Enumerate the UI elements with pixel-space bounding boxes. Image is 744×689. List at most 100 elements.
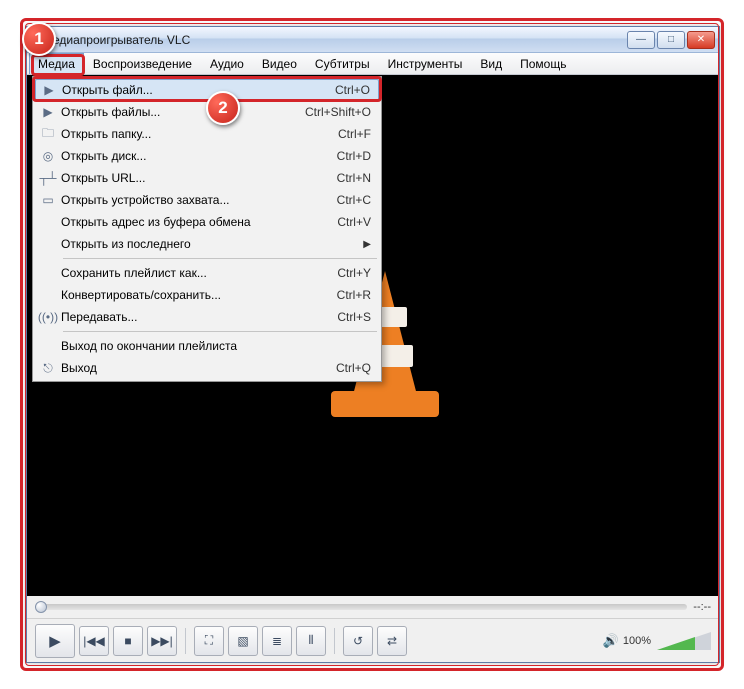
window-title: едиапроигрыватель VLC [53,33,627,47]
menu-item-shortcut: Ctrl+O [335,83,370,97]
folder-icon: 🗀 [35,124,61,145]
menu-item-label: Выход по окончании плейлиста [61,339,371,353]
maximize-button[interactable]: □ [657,31,685,49]
controls-bar: ▶ |◀◀ ■ ▶▶| ⛶ ▧ ≣ ⫴ ↺ ⇄ 🔊 100% [27,618,719,662]
menu-item-shortcut: Ctrl+D [337,149,371,163]
disc-icon: ◎ [35,149,61,163]
menu-item-label: Открыть папку... [61,127,338,141]
menu-item-label: Открыть диск... [61,149,337,163]
menu-subtitles[interactable]: Субтитры [306,53,379,74]
shuffle-icon: ⇄ [387,634,397,648]
seek-slider[interactable] [35,604,687,610]
shuffle-button[interactable]: ⇄ [377,626,407,656]
menu-media[interactable]: Медиа [29,53,84,74]
stream-icon: ((•)) [35,310,61,324]
menu-audio[interactable]: Аудио [201,53,253,74]
menu-item-label: Выход [61,361,336,375]
menu-item-shortcut: Ctrl+F [338,127,371,141]
volume-slider[interactable] [657,632,711,650]
extended-button[interactable]: ▧ [228,626,258,656]
network-icon: ┬┴ [35,171,61,185]
menu-playback[interactable]: Воспроизведение [84,53,201,74]
menu-item-label: Открыть устройство захвата... [61,193,337,207]
playlist-icon: ≣ [272,634,282,648]
minimize-icon: — [636,34,646,45]
menu-playback-label: Воспроизведение [93,57,192,71]
menu-item-7[interactable]: Открыть из последнего▶ [35,233,379,255]
menu-item-13[interactable]: Выход по окончании плейлиста [35,335,379,357]
badge-2-label: 2 [218,98,227,118]
menu-item-label: Открыть из последнего [61,237,361,251]
menu-item-9[interactable]: Сохранить плейлист как...Ctrl+Y [35,262,379,284]
menu-video[interactable]: Видео [253,53,306,74]
loop-icon: ↺ [353,634,363,648]
stop-button[interactable]: ■ [113,626,143,656]
menu-item-shortcut: Ctrl+Y [337,266,371,280]
play-button[interactable]: ▶ [35,624,75,658]
menu-item-5[interactable]: ▭Открыть устройство захвата...Ctrl+C [35,189,379,211]
badge-1-label: 1 [34,29,43,49]
menu-tools-label: Инструменты [388,57,463,71]
menu-item-label: Открыть файл... [62,83,335,97]
play-file-icon: ▶ [36,83,62,97]
playlist-button[interactable]: ≣ [262,626,292,656]
menu-item-11[interactable]: ((•))Передавать...Ctrl+S [35,306,379,328]
exit-icon: ⎋ [35,361,61,376]
menu-item-2[interactable]: 🗀Открыть папку...Ctrl+F [35,123,379,145]
menu-item-shortcut: Ctrl+R [337,288,371,302]
menu-item-shortcut: Ctrl+S [337,310,371,324]
fullscreen-icon: ⛶ [205,633,213,648]
next-icon: ▶▶| [151,634,173,648]
next-button[interactable]: ▶▶| [147,626,177,656]
equalizer-button[interactable]: ⫴ [296,626,326,656]
menu-item-6[interactable]: Открыть адрес из буфера обменаCtrl+V [35,211,379,233]
loop-button[interactable]: ↺ [343,626,373,656]
close-button[interactable]: ✕ [687,31,715,49]
menu-view[interactable]: Вид [471,53,511,74]
menu-item-label: Открыть URL... [61,171,337,185]
play-files-icon: ▶ [35,105,61,119]
menu-item-label: Открыть файлы... [61,105,305,119]
seek-knob[interactable] [35,601,47,613]
tutorial-badge-2: 2 [206,91,240,125]
eq-icon: ⫴ [308,633,313,648]
menu-separator [63,331,377,332]
maximize-icon: □ [668,34,674,45]
play-icon: ▶ [49,632,61,650]
extended-icon: ▧ [237,634,248,648]
menu-help[interactable]: Помощь [511,53,575,74]
minimize-button[interactable]: — [627,31,655,49]
menu-item-label: Сохранить плейлист как... [61,266,337,280]
menu-item-shortcut: Ctrl+Shift+O [305,105,371,119]
prev-button[interactable]: |◀◀ [79,626,109,656]
menu-item-4[interactable]: ┬┴Открыть URL...Ctrl+N [35,167,379,189]
submenu-arrow-icon: ▶ [361,239,371,250]
menu-item-shortcut: Ctrl+C [337,193,371,207]
menu-audio-label: Аудио [210,57,244,71]
menu-subtitles-label: Субтитры [315,57,370,71]
menubar: Медиа Воспроизведение Аудио Видео Субтит… [27,53,719,75]
prev-icon: |◀◀ [83,634,105,648]
menu-item-label: Передавать... [61,310,337,324]
speaker-icon[interactable]: 🔊 [603,633,619,649]
menu-item-shortcut: Ctrl+V [337,215,371,229]
menu-view-label: Вид [480,57,502,71]
menu-item-shortcut: Ctrl+N [337,171,371,185]
titlebar[interactable]: едиапроигрыватель VLC — □ ✕ [27,27,719,53]
capture-icon: ▭ [35,193,61,207]
menu-video-label: Видео [262,57,297,71]
menu-item-14[interactable]: ⎋ВыходCtrl+Q [35,357,379,379]
separator-icon [185,628,186,654]
menu-item-3[interactable]: ◎Открыть диск...Ctrl+D [35,145,379,167]
menu-item-0[interactable]: ▶Открыть файл...Ctrl+O [35,79,379,101]
menu-media-label: Медиа [38,57,75,71]
menu-separator [63,258,377,259]
menu-item-label: Конвертировать/сохранить... [61,288,337,302]
close-icon: ✕ [697,34,705,45]
fullscreen-button[interactable]: ⛶ [194,626,224,656]
menu-item-10[interactable]: Конвертировать/сохранить...Ctrl+R [35,284,379,306]
media-dropdown: ▶Открыть файл...Ctrl+O▶Открыть файлы...C… [32,76,382,382]
time-label: --:-- [693,601,711,613]
tutorial-badge-1: 1 [22,22,56,56]
menu-tools[interactable]: Инструменты [379,53,472,74]
